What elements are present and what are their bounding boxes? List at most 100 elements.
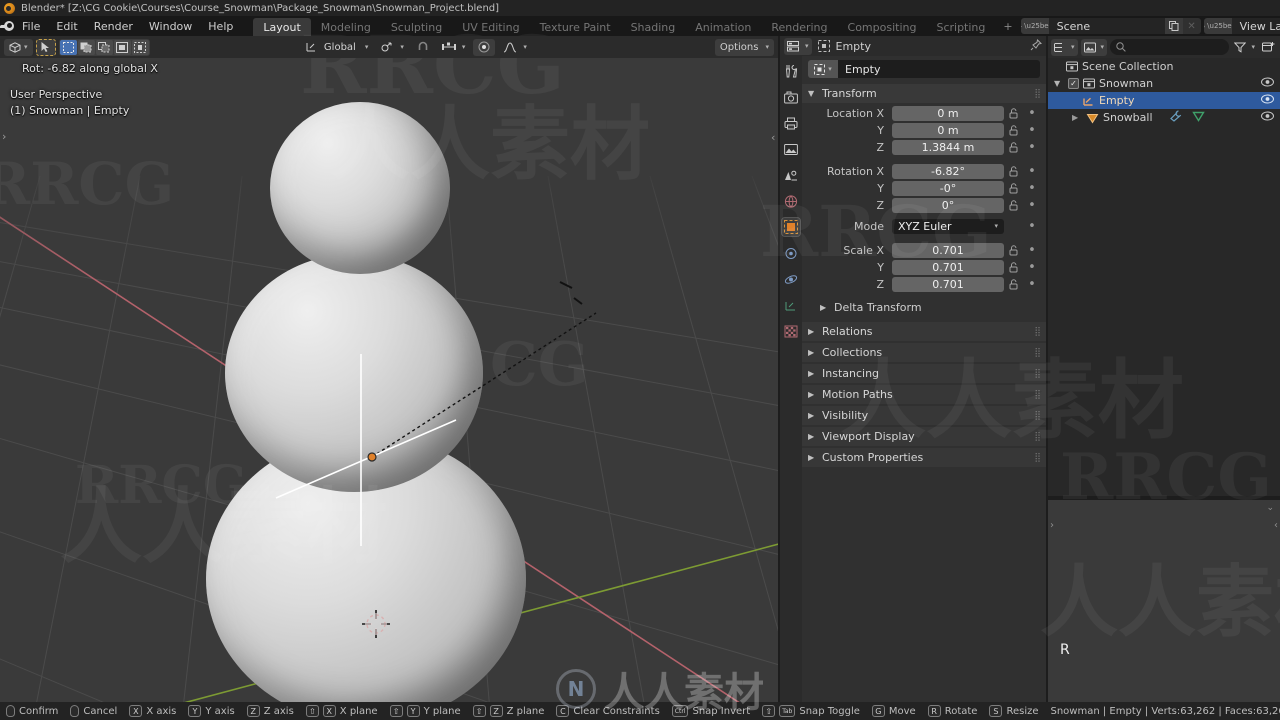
panel-motion-paths[interactable]: ▶ Motion Paths ⣿ — [802, 385, 1046, 404]
filter-funnel-icon[interactable]: ▾ — [1232, 39, 1257, 56]
outliner-tree[interactable]: Scene Collection ▼ ✓ Snowman Empty ▶ Sno… — [1048, 58, 1280, 126]
panel-visibility[interactable]: ▶ Visibility ⣿ — [802, 406, 1046, 425]
field-location-y[interactable]: Y 0 m • — [802, 122, 1040, 138]
properties-tab-tool[interactable] — [782, 62, 800, 80]
value-location-z[interactable]: 1.3844 m — [892, 139, 1004, 155]
lock-rotation-x-icon[interactable] — [1004, 165, 1024, 177]
hide-in-viewport-icon[interactable] — [1261, 77, 1274, 90]
field-scale-x[interactable]: Scale X 0.701 • — [802, 242, 1040, 258]
animate-scale-z-icon[interactable]: • — [1024, 277, 1040, 292]
value-scale-y[interactable]: 0.701 — [892, 259, 1004, 275]
tweak-select-icon[interactable] — [35, 38, 56, 56]
scene-icon[interactable]: \u25be — [1020, 18, 1049, 34]
lock-scale-y-icon[interactable] — [1004, 261, 1024, 273]
value-rotation-mode[interactable]: XYZ Euler ▾ — [892, 218, 1004, 234]
panel-expand-right-icon[interactable]: ‹ — [1274, 520, 1278, 531]
outliner-row-empty[interactable]: Empty — [1048, 92, 1280, 109]
search-input[interactable] — [1110, 39, 1230, 55]
lock-location-y-icon[interactable] — [1004, 124, 1024, 136]
panel-instancing[interactable]: ▶ Instancing ⣿ — [802, 364, 1046, 383]
select-subtract-icon[interactable] — [95, 39, 113, 55]
properties-tab-object-data[interactable] — [782, 296, 800, 314]
tab-animation[interactable]: Animation — [685, 18, 761, 36]
object-id-block[interactable]: ▾ Empty — [808, 60, 1040, 78]
tab-shading[interactable]: Shading — [621, 18, 686, 36]
field-scale-z[interactable]: Z 0.701 • — [802, 276, 1040, 292]
animate-rotation-y-icon[interactable]: • — [1024, 181, 1040, 196]
scene-selector[interactable]: \u25be Scene ✕ — [1020, 18, 1201, 34]
chevron-down-icon[interactable]: ⌄ — [1266, 503, 1274, 513]
object-name-field[interactable]: Empty — [838, 60, 1040, 78]
tab-modeling[interactable]: Modeling — [311, 18, 381, 36]
panel-viewport-display[interactable]: ▶ Viewport Display ⣿ — [802, 427, 1046, 446]
properties-tab-physics[interactable] — [782, 270, 800, 288]
viewport-sidebar-toggle-left[interactable]: ‹ — [771, 131, 775, 144]
panel-drag-grip[interactable]: ⣿ — [1034, 453, 1041, 463]
field-rotation-x[interactable]: Rotation X -6.82° • — [802, 163, 1040, 179]
animate-scale-x-icon[interactable]: • — [1024, 243, 1040, 258]
proportional-edit-icon[interactable] — [473, 38, 496, 56]
snap-magnet-icon[interactable] — [412, 39, 434, 56]
proportional-falloff-dropdown[interactable]: ▾ — [498, 39, 532, 56]
lock-rotation-z-icon[interactable] — [1004, 199, 1024, 211]
properties-editor-icon[interactable]: ▾ — [784, 37, 812, 55]
value-rotation-z[interactable]: 0° — [892, 197, 1004, 213]
menu-window[interactable]: Window — [141, 16, 200, 36]
lock-location-x-icon[interactable] — [1004, 107, 1024, 119]
tab-uv-editing[interactable]: UV Editing — [452, 18, 529, 36]
field-scale-y[interactable]: Y 0.701 • — [802, 259, 1040, 275]
outliner-row-scene-collection[interactable]: Scene Collection — [1048, 58, 1280, 75]
panel-expand-left-icon[interactable]: › — [1050, 520, 1054, 531]
menu-render[interactable]: Render — [86, 16, 141, 36]
tab-scripting[interactable]: Scripting — [926, 18, 995, 36]
outliner-display-mode-icon[interactable]: ▾ — [1051, 38, 1078, 56]
value-location-x[interactable]: 0 m — [892, 105, 1004, 121]
menu-file[interactable]: File — [14, 16, 48, 36]
properties-tab-output[interactable] — [782, 114, 800, 132]
transform-orientation-value[interactable]: Global — [324, 42, 356, 53]
collection-checkbox[interactable]: ✓ — [1068, 78, 1079, 89]
properties-tab-view-layer[interactable] — [782, 140, 800, 158]
outliner-row-snowman[interactable]: ▼ ✓ Snowman — [1048, 75, 1280, 92]
panel-drag-grip[interactable]: ⣿ — [1034, 432, 1041, 442]
panel-drag-grip[interactable]: ⣿ — [1034, 327, 1041, 337]
animate-location-y-icon[interactable]: • — [1024, 123, 1040, 138]
panel-drag-grip[interactable]: ⣿ — [1034, 369, 1041, 379]
panel-drag-grip[interactable]: ⣿ — [1034, 411, 1041, 421]
field-location-x[interactable]: Location X 0 m • — [802, 105, 1040, 121]
animate-location-x-icon[interactable]: • — [1024, 106, 1040, 121]
outliner-id-type-icon[interactable]: ▾ — [1080, 38, 1108, 56]
properties-panel-body[interactable]: ▾ Empty ▼ Transform ⣿ Location X 0 m • Y… — [802, 56, 1046, 702]
menu-help[interactable]: Help — [200, 16, 241, 36]
properties-tab-strip[interactable] — [780, 56, 802, 702]
value-rotation-x[interactable]: -6.82° — [892, 163, 1004, 179]
modifier-wrench-icon[interactable] — [1169, 110, 1182, 125]
panel-drag-grip[interactable]: ⣿ — [1034, 348, 1041, 358]
panel-collections[interactable]: ▶ Collections ⣿ — [802, 343, 1046, 362]
transform-orientation-dropdown[interactable]: Global ▾ — [300, 39, 373, 56]
bottom-right-editor[interactable]: ⌄ › ‹ R — [1048, 498, 1280, 702]
panel-drag-grip[interactable]: ⣿ — [1034, 89, 1041, 99]
scene-name[interactable]: Scene — [1048, 18, 1165, 34]
panel-transform[interactable]: ▼ Transform ⣿ — [802, 84, 1046, 103]
animate-rotation-z-icon[interactable]: • — [1024, 198, 1040, 213]
animate-rotation-x-icon[interactable]: • — [1024, 164, 1040, 179]
value-scale-x[interactable]: 0.701 — [892, 242, 1004, 258]
subpanel-delta-transform[interactable]: ▶ Delta Transform — [802, 298, 1046, 316]
tab-layout[interactable]: Layout — [253, 18, 311, 36]
object-id-icon[interactable]: ▾ — [808, 60, 838, 78]
properties-tab-world[interactable] — [782, 192, 800, 210]
lock-scale-x-icon[interactable] — [1004, 244, 1024, 256]
panel-drag-grip[interactable]: ⣿ — [1034, 390, 1041, 400]
field-rotation-y[interactable]: Y -0° • — [802, 180, 1040, 196]
viewport-options-dropdown[interactable]: Options ▾ — [714, 38, 774, 56]
pin-icon[interactable] — [1030, 38, 1043, 54]
unlink-scene-button[interactable]: ✕ — [1182, 18, 1201, 34]
snap-target-dropdown[interactable]: ▾ — [437, 39, 471, 56]
value-location-y[interactable]: 0 m — [892, 122, 1004, 138]
add-workspace-button[interactable]: + — [995, 16, 1020, 36]
tab-texture-paint[interactable]: Texture Paint — [530, 18, 621, 36]
blender-menu-button[interactable] — [0, 16, 14, 36]
properties-editor[interactable]: ▾ Empty ▾ Empty ▼ Transform ⣿ Location X… — [780, 36, 1046, 702]
hide-in-viewport-icon[interactable] — [1261, 94, 1274, 107]
